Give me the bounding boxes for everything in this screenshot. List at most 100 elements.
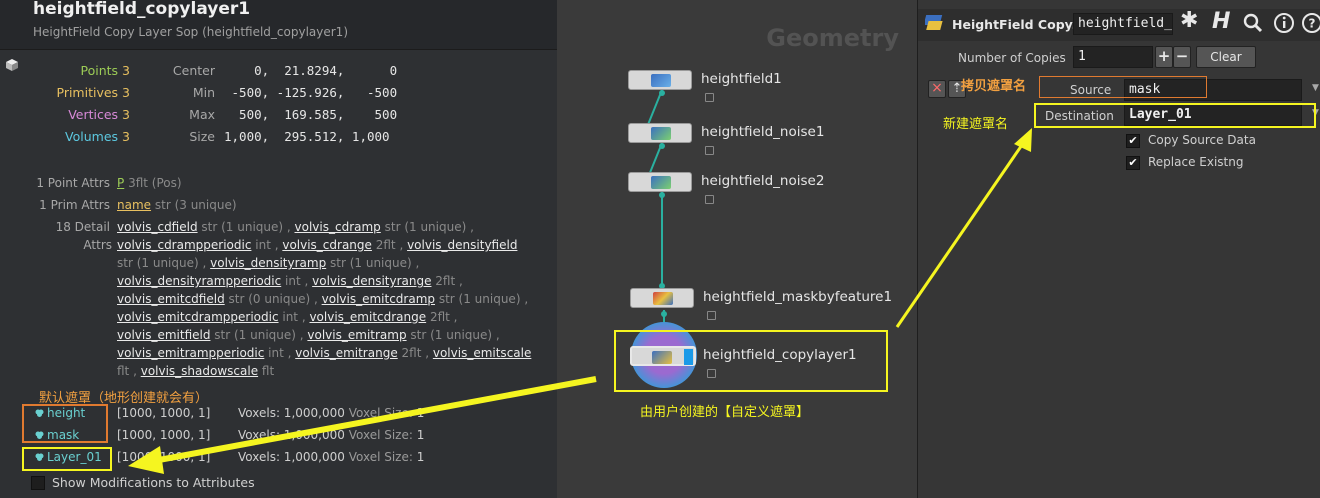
attr-name[interactable]: volvis_emitcdrampperiodic bbox=[117, 310, 279, 324]
node-heightfield1[interactable] bbox=[628, 70, 692, 90]
attr-type: str (1 unique) , bbox=[326, 256, 420, 270]
clear-button[interactable]: Clear bbox=[1196, 46, 1256, 68]
attr-type: 2flt , bbox=[371, 238, 408, 252]
detail-attr-line: volvis_densityrampperiodic int , volvis_… bbox=[117, 274, 463, 288]
attr-name[interactable]: volvis_cdrampperiodic bbox=[117, 238, 251, 252]
attr-name[interactable]: volvis_emitramp bbox=[307, 328, 406, 342]
remove-copy-button[interactable]: − bbox=[1173, 46, 1191, 68]
show-mods-label: Show Modifications to Attributes bbox=[52, 475, 255, 490]
prim-attrs-label: 1 Prim Attrs bbox=[39, 198, 110, 212]
node-label: heightfield1 bbox=[701, 71, 782, 87]
node-heightfield-maskbyfeature1[interactable] bbox=[630, 288, 694, 308]
show-mods-checkbox[interactable] bbox=[31, 476, 45, 490]
attr-name[interactable]: volvis_densityramp bbox=[210, 256, 326, 270]
copylayer-node-type-icon bbox=[925, 15, 943, 30]
add-copy-button[interactable]: + bbox=[1155, 46, 1173, 68]
attr-name[interactable]: volvis_emitfield bbox=[117, 328, 210, 342]
geo-min-value: -500, -125.926, -500 bbox=[224, 85, 398, 100]
attr-name[interactable]: volvis_cdfield bbox=[117, 220, 198, 234]
point-attrs-list: P 3flt (Pos) bbox=[117, 176, 182, 190]
attr-name[interactable]: volvis_shadowscale bbox=[141, 364, 258, 378]
wire-dot bbox=[659, 90, 665, 96]
attr-name[interactable]: volvis_emitscale bbox=[433, 346, 532, 360]
node-type-label: HeightField Copy... bbox=[952, 17, 1086, 32]
attr-name[interactable]: volvis_emitcdrange bbox=[309, 310, 426, 324]
node-heightfield-noise2[interactable] bbox=[628, 172, 692, 192]
info-header: heightfield_copylayer1 HeightField Copy … bbox=[0, 0, 557, 50]
attr-name[interactable]: volvis_densityfield bbox=[407, 238, 517, 252]
detail-attr-line: volvis_cdfield str (1 unique) , volvis_c… bbox=[117, 220, 474, 234]
geo-size-label: Size bbox=[189, 129, 215, 144]
node-label: heightfield_noise1 bbox=[701, 124, 825, 140]
prim-attrs-list: name str (3 unique) bbox=[117, 198, 237, 212]
detail-attr-line: volvis_emitcdfield str (0 unique) , volv… bbox=[117, 292, 528, 306]
attr-name[interactable]: volvis_cdrange bbox=[282, 238, 372, 252]
attr-type: 2flt , bbox=[397, 346, 433, 360]
attr-type: str (1 unique) , bbox=[210, 328, 308, 342]
replace-existing-label: Replace Existng bbox=[1148, 155, 1244, 169]
mask-feature-icon bbox=[653, 292, 673, 305]
node-name-field[interactable]: heightfield_c bbox=[1073, 13, 1173, 35]
attr-type: str (1 unique) , bbox=[380, 220, 474, 234]
annotation-new-mask-name: 新建遮罩名 bbox=[943, 117, 1009, 132]
attr-name[interactable]: volvis_emitcdramp bbox=[322, 292, 435, 306]
default-mask-highlight-box bbox=[22, 404, 108, 443]
attr-type: int , bbox=[278, 310, 310, 324]
lock-icon bbox=[707, 311, 716, 320]
search-icon[interactable] bbox=[1243, 13, 1263, 33]
source-dropdown-icon[interactable]: ▼ bbox=[1312, 83, 1319, 93]
help-h-icon[interactable]: H bbox=[1212, 9, 1230, 34]
attr-name[interactable]: volvis_emitrange bbox=[295, 346, 397, 360]
lock-icon bbox=[705, 93, 714, 102]
num-copies-field[interactable]: 1 bbox=[1073, 46, 1153, 68]
attr-type: flt , bbox=[117, 364, 141, 378]
detail-attrs-label-2: Attrs bbox=[83, 238, 112, 252]
attr-name[interactable]: volvis_emitrampperiodic bbox=[117, 346, 264, 360]
user-mask-node-highlight-box bbox=[614, 330, 888, 392]
volume-voxels: Voxels: 1,000,000 Voxel Size: 1 bbox=[238, 428, 425, 442]
geo-center-value: 0, 21.8294, 0 bbox=[224, 63, 398, 78]
volume-dims: [1000, 1000, 1] bbox=[117, 428, 211, 442]
attr-name[interactable]: volvis_densityrampperiodic bbox=[117, 274, 281, 288]
node-label: heightfield_noise2 bbox=[701, 173, 825, 189]
volume-dims: [1000, 1000, 1] bbox=[117, 406, 211, 420]
stat-points-label: Points 3 bbox=[80, 63, 131, 78]
svg-text:?: ? bbox=[1309, 17, 1316, 31]
detail-attr-line: volvis_emitfield str (1 unique) , volvis… bbox=[117, 328, 500, 342]
help-question-icon[interactable]: ? bbox=[1301, 12, 1320, 34]
copy-source-label: Copy Source Data bbox=[1148, 133, 1256, 147]
attr-name[interactable]: volvis_densityrange bbox=[312, 274, 431, 288]
info-title: heightfield_copylayer1 bbox=[33, 0, 251, 19]
geo-max-value: 500, 169.585, 500 bbox=[224, 107, 398, 122]
remove-instance-button[interactable]: × bbox=[928, 80, 946, 98]
wire-dot bbox=[659, 143, 665, 149]
point-attrs-label: 1 Point Attrs bbox=[36, 176, 110, 190]
gear-icon[interactable]: ✱ bbox=[1180, 8, 1198, 33]
attr-type: str (1 unique) , bbox=[117, 256, 211, 270]
copy-mask-highlight-box bbox=[1039, 76, 1207, 98]
attr-type: int , bbox=[251, 238, 283, 252]
network-view[interactable]: Geometry heightfield1 heightfield_noise1… bbox=[557, 0, 917, 498]
replace-existing-checkbox[interactable]: ✔ bbox=[1126, 156, 1140, 170]
attr-name[interactable]: volvis_emitcdfield bbox=[117, 292, 225, 306]
attr-type: int , bbox=[281, 274, 313, 288]
volume-voxels: Voxels: 1,000,000 Voxel Size: 1 bbox=[238, 450, 425, 464]
new-mask-highlight-box bbox=[1034, 103, 1316, 128]
attr-type: 2flt , bbox=[431, 274, 463, 288]
copy-source-checkbox[interactable]: ✔ bbox=[1126, 134, 1140, 148]
lock-icon bbox=[705, 195, 714, 204]
stat-vertices-label: Vertices 3 bbox=[68, 107, 130, 122]
attr-type: str (1 unique) , bbox=[435, 292, 529, 306]
stat-volumes-label: Volumes 3 bbox=[65, 129, 130, 144]
detail-attr-line: volvis_emitrampperiodic int , volvis_emi… bbox=[117, 346, 531, 360]
volume-voxels: Voxels: 1,000,000 Voxel Size: 1 bbox=[238, 406, 425, 420]
detail-attr-line: str (1 unique) , volvis_densityramp str … bbox=[117, 256, 419, 270]
attr-type: int , bbox=[264, 346, 296, 360]
num-copies-label: Number of Copies bbox=[958, 51, 1066, 65]
attr-type: str (1 unique) , bbox=[406, 328, 500, 342]
wire-3 bbox=[661, 192, 663, 289]
detail-attr-line: flt , volvis_shadowscale flt bbox=[117, 364, 274, 378]
node-heightfield-noise1[interactable] bbox=[628, 123, 692, 143]
attr-name[interactable]: volvis_cdramp bbox=[295, 220, 381, 234]
info-icon[interactable] bbox=[1273, 12, 1295, 34]
